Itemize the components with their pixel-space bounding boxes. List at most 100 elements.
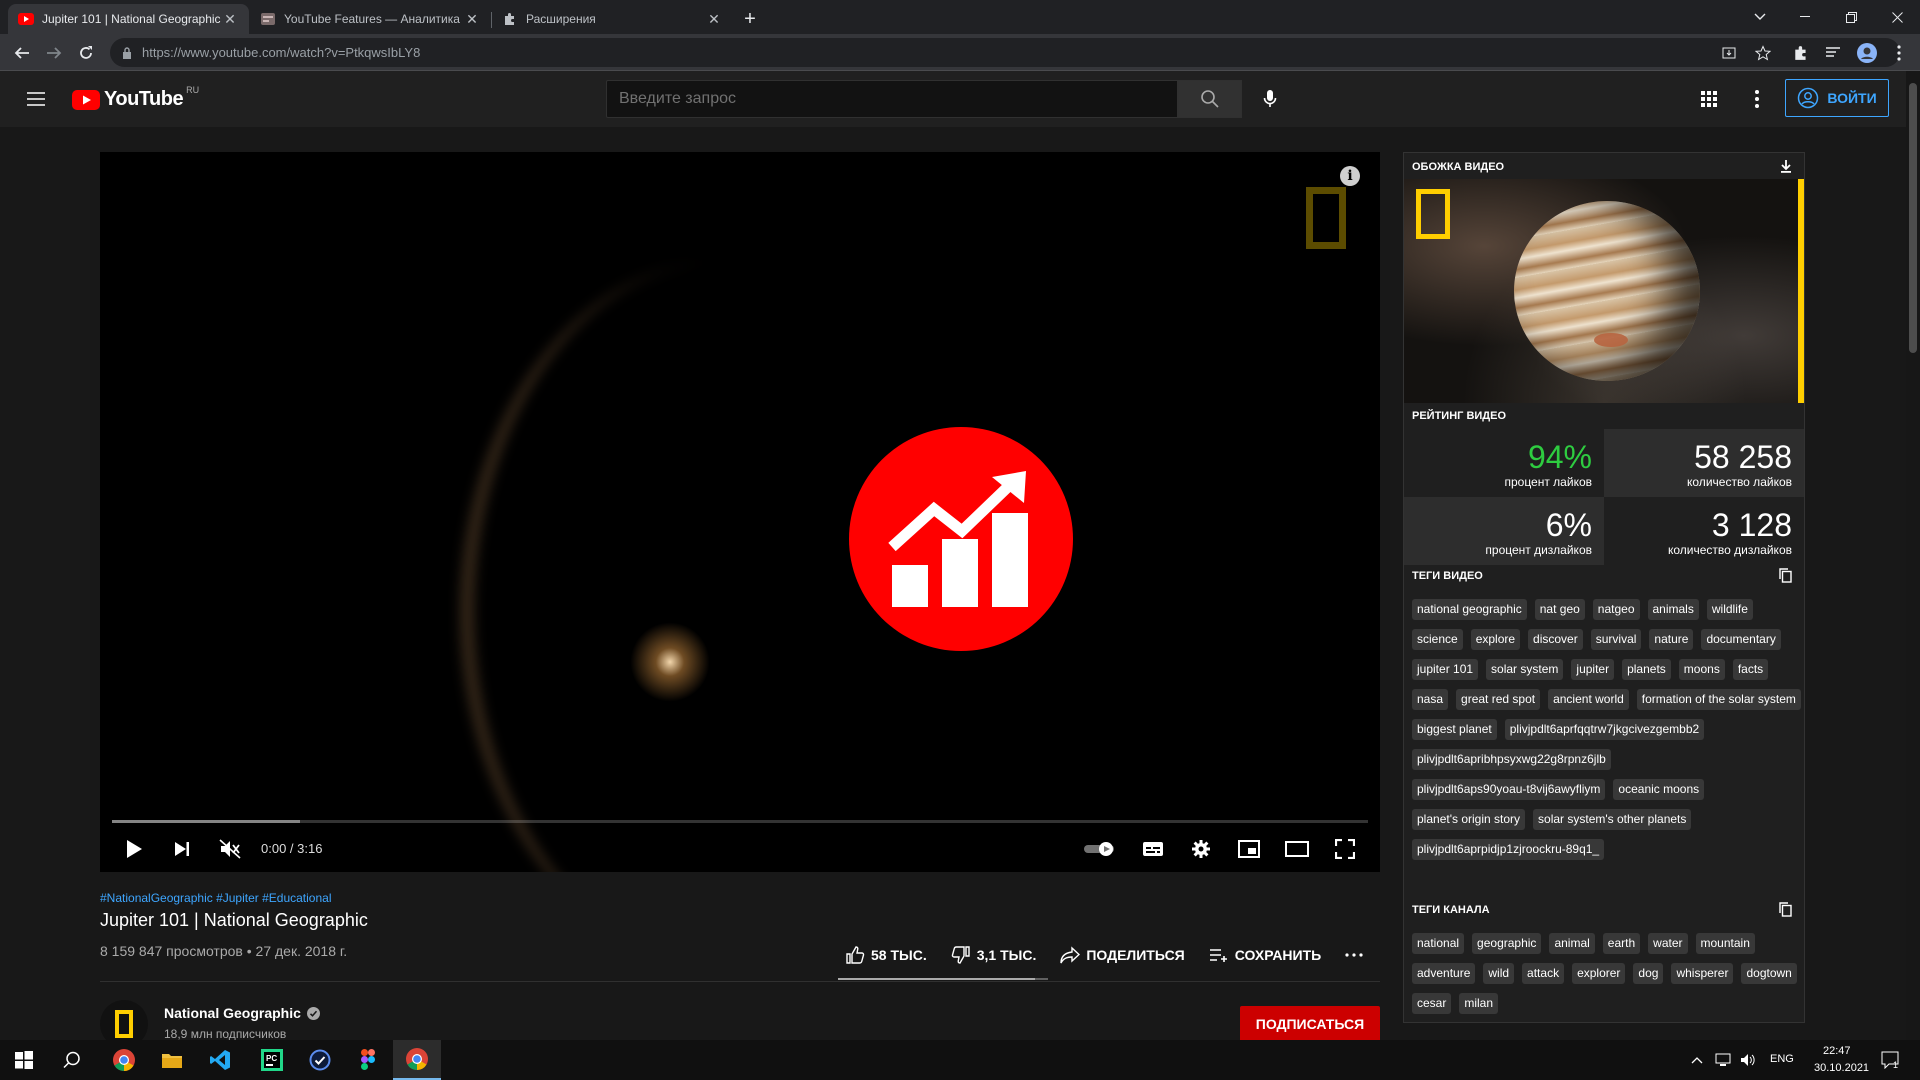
- tag-chip[interactable]: moons: [1678, 659, 1725, 680]
- address-bar[interactable]: https://www.youtube.com/watch?v=PtkqwsIb…: [110, 38, 1900, 67]
- tag-chip[interactable]: solar system: [1486, 659, 1564, 680]
- video-progress-bar[interactable]: [112, 820, 1368, 823]
- windows-start-icon[interactable]: [0, 1040, 48, 1080]
- share-button[interactable]: ПОДЕЛИТЬСЯ: [1060, 946, 1185, 964]
- menu-icon[interactable]: [24, 87, 48, 111]
- tab-analytics[interactable]: YouTube Features — Аналитика ✕: [250, 4, 491, 34]
- tag-chip[interactable]: animals: [1647, 599, 1699, 620]
- tag-chip[interactable]: natgeo: [1592, 599, 1640, 620]
- microphone-icon[interactable]: [1253, 82, 1287, 116]
- figma-icon[interactable]: [344, 1040, 392, 1080]
- clock-date[interactable]: 30.10.2021: [1814, 1062, 1869, 1074]
- tag-chip[interactable]: nature: [1649, 629, 1694, 650]
- tag-chip[interactable]: dog: [1633, 963, 1664, 984]
- bookmark-star-icon[interactable]: [1752, 42, 1774, 64]
- tag-chip[interactable]: adventure: [1412, 963, 1476, 984]
- tag-chip[interactable]: nasa: [1412, 689, 1449, 710]
- subscribe-button[interactable]: ПОДПИСАТЬСЯ: [1240, 1006, 1380, 1042]
- chrome-app-icon[interactable]: [100, 1040, 148, 1080]
- tray-chevron-up-icon[interactable]: [1685, 1040, 1709, 1080]
- tag-chip[interactable]: survival: [1590, 629, 1642, 650]
- tab-close-icon[interactable]: ✕: [463, 11, 481, 28]
- like-button[interactable]: 58 ТЫС.: [845, 945, 927, 965]
- tag-chip[interactable]: jupiter 101: [1412, 659, 1479, 680]
- channel-name[interactable]: National Geographic: [164, 1005, 320, 1021]
- signin-button[interactable]: ВОЙТИ: [1785, 79, 1889, 117]
- tag-chip[interactable]: solar system's other planets: [1533, 809, 1692, 830]
- tag-chip[interactable]: wild: [1483, 963, 1515, 984]
- tag-chip[interactable]: planets: [1622, 659, 1671, 680]
- reload-icon[interactable]: [72, 39, 100, 67]
- tag-chip[interactable]: whisperer: [1671, 963, 1734, 984]
- settings-gear-icon[interactable]: [1188, 837, 1214, 861]
- input-language[interactable]: ENG: [1770, 1053, 1794, 1065]
- tab-close-icon[interactable]: ✕: [705, 11, 723, 28]
- youtube-logo[interactable]: YouTube RU: [72, 85, 199, 111]
- profile-avatar-icon[interactable]: [1856, 42, 1878, 64]
- info-icon[interactable]: i: [1340, 166, 1360, 186]
- minimize-icon[interactable]: [1782, 0, 1828, 34]
- back-icon[interactable]: [8, 39, 36, 67]
- tag-chip[interactable]: science: [1412, 629, 1463, 650]
- scrollbar-thumb[interactable]: [1909, 83, 1917, 353]
- clock-time[interactable]: 22:47: [1823, 1045, 1851, 1057]
- chrome-active-app-icon[interactable]: [393, 1040, 441, 1080]
- copy-icon[interactable]: [1779, 568, 1792, 583]
- taskbar-search-icon[interactable]: [48, 1040, 96, 1080]
- page-scrollbar[interactable]: [1906, 71, 1920, 1041]
- tag-chip[interactable]: great red spot: [1456, 689, 1541, 710]
- apps-grid-icon[interactable]: [1697, 87, 1721, 111]
- notifications-icon[interactable]: 1: [1870, 1040, 1910, 1080]
- vscode-icon[interactable]: [196, 1040, 244, 1080]
- tag-chip[interactable]: wildlife: [1706, 599, 1753, 620]
- forward-icon[interactable]: [40, 39, 68, 67]
- next-icon[interactable]: [170, 837, 194, 861]
- search-input[interactable]: Введите запрос: [606, 80, 1178, 118]
- tag-chip[interactable]: planet's origin story: [1412, 809, 1526, 830]
- restore-icon[interactable]: [1828, 0, 1874, 34]
- video-player[interactable]: i 0:00 / 3:16: [100, 152, 1380, 872]
- tag-chip[interactable]: jupiter: [1571, 659, 1615, 680]
- new-tab-button[interactable]: +: [737, 6, 763, 32]
- tab-search-chevron-icon[interactable]: [1737, 0, 1783, 34]
- tag-chip[interactable]: geographic: [1472, 933, 1542, 954]
- tag-chip[interactable]: plivjpdlt6apribhpsyxwg22g8rpnz6jlb: [1412, 749, 1611, 770]
- autoplay-toggle-icon[interactable]: [1082, 837, 1118, 861]
- tag-chip[interactable]: earth: [1602, 933, 1641, 954]
- tag-chip[interactable]: mountain: [1695, 933, 1755, 954]
- tab-extensions[interactable]: Расширения ✕: [492, 4, 733, 34]
- todo-check-icon[interactable]: [296, 1040, 344, 1080]
- tag-chip[interactable]: facts: [1732, 659, 1769, 680]
- tag-chip[interactable]: formation of the solar system: [1636, 689, 1801, 710]
- tag-chip[interactable]: oceanic moons: [1613, 779, 1705, 800]
- tag-chip[interactable]: ancient world: [1548, 689, 1629, 710]
- fullscreen-icon[interactable]: [1332, 837, 1358, 861]
- volume-icon[interactable]: [1736, 1040, 1760, 1080]
- video-thumbnail[interactable]: [1404, 179, 1804, 403]
- tag-chip[interactable]: national: [1412, 933, 1465, 954]
- miniplayer-icon[interactable]: [1236, 837, 1262, 861]
- tab-youtube[interactable]: Jupiter 101 | National Geographic ✕: [8, 4, 249, 34]
- settings-more-icon[interactable]: [1745, 87, 1769, 111]
- tag-chip[interactable]: explorer: [1572, 963, 1626, 984]
- tag-chip[interactable]: explore: [1470, 629, 1521, 650]
- browser-menu-icon[interactable]: [1888, 42, 1910, 64]
- tag-chip[interactable]: discover: [1528, 629, 1583, 650]
- muted-volume-icon[interactable]: [218, 837, 242, 861]
- more-actions-icon[interactable]: [1345, 953, 1363, 957]
- dislike-button[interactable]: 3,1 ТЫС.: [951, 945, 1036, 965]
- play-icon[interactable]: [122, 837, 146, 861]
- pycharm-icon[interactable]: PC: [248, 1040, 296, 1080]
- tag-chip[interactable]: cesar: [1412, 993, 1452, 1014]
- search-button[interactable]: [1178, 80, 1242, 118]
- copy-icon[interactable]: [1779, 902, 1792, 917]
- reading-list-icon[interactable]: [1822, 42, 1844, 64]
- subtitles-icon[interactable]: [1140, 837, 1166, 861]
- network-icon[interactable]: [1711, 1040, 1735, 1080]
- tag-chip[interactable]: plivjpdlt6aprpidjp1zjroockru-89q1_: [1412, 839, 1605, 860]
- tag-chip[interactable]: milan: [1459, 993, 1499, 1014]
- tab-close-icon[interactable]: ✕: [221, 11, 239, 28]
- tag-chip[interactable]: plivjpdlt6aprfqqtrw7jkgcivezgembb2: [1504, 719, 1705, 740]
- tag-chip[interactable]: nat geo: [1534, 599, 1585, 620]
- file-explorer-icon[interactable]: [148, 1040, 196, 1080]
